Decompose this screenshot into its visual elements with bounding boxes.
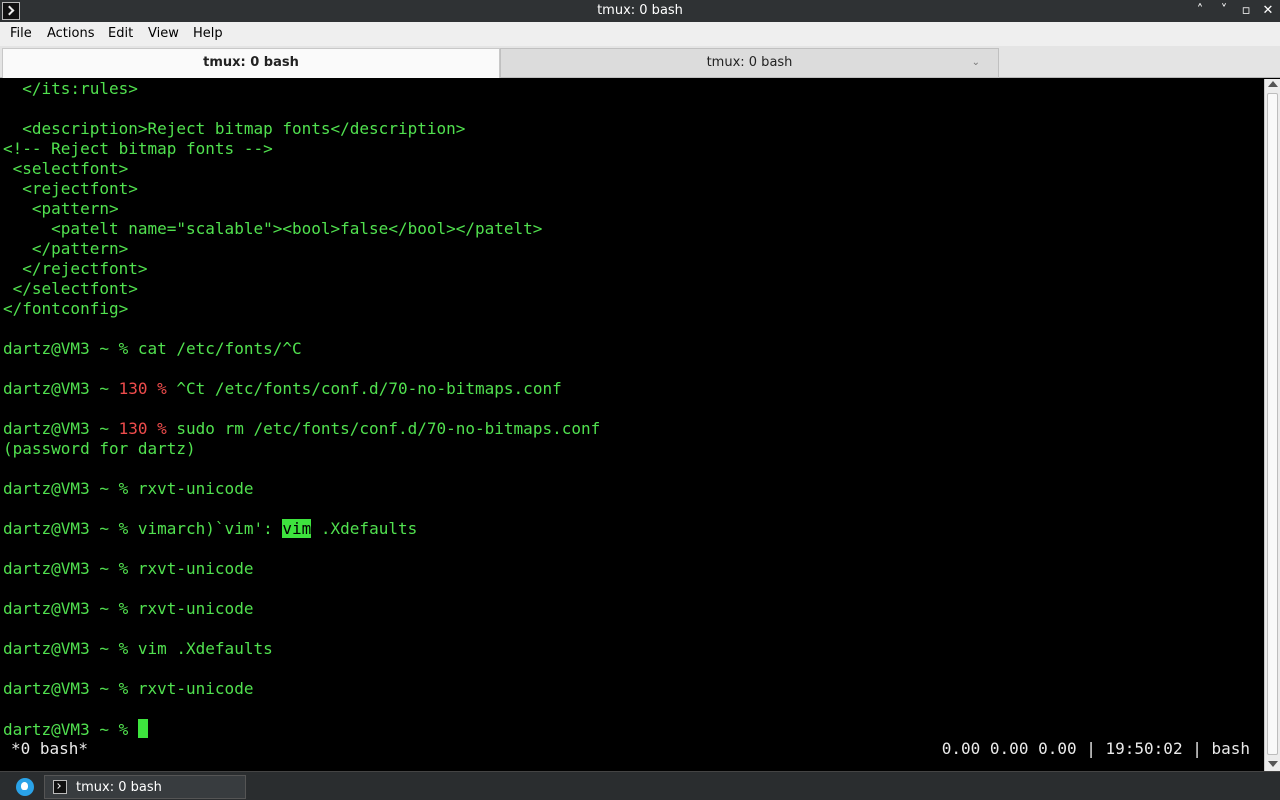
- minimize-icon[interactable]: ˄: [1191, 2, 1209, 20]
- search-highlight: vim: [282, 519, 312, 538]
- scroll-down-arrow-icon[interactable]: [1268, 761, 1278, 767]
- terminal-line: </pattern>: [3, 239, 129, 258]
- shell-prompt: dartz@VM3 ~: [3, 639, 119, 658]
- command-text: % rxvt-unicode: [118, 479, 254, 498]
- tab-tmux-inactive[interactable]: tmux: 0 bash ⌄: [500, 48, 999, 78]
- shade-icon[interactable]: ˅: [1215, 2, 1233, 20]
- window-title: tmux: 0 bash: [597, 3, 683, 18]
- tmux-window-list[interactable]: *0 bash*: [11, 739, 88, 759]
- command-text: sudo rm /etc/fonts/conf.d/70-no-bitmaps.…: [166, 419, 601, 438]
- command-text: % vim .Xdefaults: [118, 639, 273, 658]
- shell-prompt: dartz@VM3 ~: [3, 519, 119, 538]
- terminal-line: <rejectfont>: [3, 179, 138, 198]
- scroll-up-arrow-icon[interactable]: [1268, 81, 1278, 87]
- menu-help[interactable]: Help: [193, 26, 223, 41]
- command-text: ^Ct /etc/fonts/conf.d/70-no-bitmaps.conf: [166, 379, 562, 398]
- taskbar-window-label: tmux: 0 bash: [76, 780, 162, 795]
- start-menu-icon[interactable]: [16, 778, 34, 796]
- tab-menu-icon[interactable]: ⌄: [972, 49, 980, 77]
- command-text: .Xdefaults: [311, 519, 418, 538]
- maximize-icon[interactable]: ▫: [1237, 2, 1255, 20]
- tab-bar: tmux: 0 bash tmux: 0 bash ⌄: [0, 46, 1280, 78]
- menu-view[interactable]: View: [148, 26, 179, 41]
- command-text: % rxvt-unicode: [118, 559, 254, 578]
- shell-prompt: dartz@VM3 ~: [3, 379, 119, 398]
- terminal-line: <description>Reject bitmap fonts</descri…: [3, 119, 466, 138]
- tmux-status-right: 0.00 0.00 0.00 | 19:50:02 | bash: [941, 739, 1250, 758]
- terminal-command-line: dartz@VM3 ~ % vimarch)`vim': vim .Xdefau…: [3, 519, 417, 539]
- taskbar: tmux: 0 bash: [0, 771, 1280, 800]
- shell-prompt: dartz@VM3 ~: [3, 419, 119, 438]
- menu-actions[interactable]: Actions: [47, 26, 95, 41]
- exit-code: 130 %: [118, 419, 167, 438]
- terminal-command-line: dartz@VM3 ~ 130 % ^Ct /etc/fonts/conf.d/…: [3, 379, 562, 399]
- shell-prompt: dartz@VM3 ~: [3, 559, 119, 578]
- terminal-line: </its:rules>: [3, 79, 138, 98]
- exit-code: 130 %: [118, 379, 167, 398]
- terminal-input-line[interactable]: dartz@VM3 ~ %: [3, 719, 148, 739]
- command-text: % rxvt-unicode: [118, 599, 254, 618]
- shell-prompt: dartz@VM3 ~: [3, 339, 119, 358]
- command-text: %: [118, 720, 138, 739]
- terminal-cursor: [137, 719, 148, 738]
- close-icon[interactable]: ✕: [1259, 2, 1277, 20]
- terminal-view[interactable]: </its:rules> <description>Reject bitmap …: [1, 79, 1264, 770]
- scrollbar-thumb[interactable]: [1267, 93, 1278, 755]
- terminal-command-line: dartz@VM3 ~ % rxvt-unicode: [3, 599, 253, 619]
- terminal-command-line: dartz@VM3 ~ % cat /etc/fonts/^C: [3, 339, 302, 359]
- terminal-line: </selectfont>: [3, 279, 138, 298]
- terminal-command-line: dartz@VM3 ~ % rxvt-unicode: [3, 559, 253, 579]
- command-text: % rxvt-unicode: [118, 679, 254, 698]
- terminal-command-line: dartz@VM3 ~ % rxvt-unicode: [3, 479, 253, 499]
- terminal-command-line: dartz@VM3 ~ % rxvt-unicode: [3, 679, 253, 699]
- shell-prompt: dartz@VM3 ~: [3, 479, 119, 498]
- terminal-line: <patelt name="scalable"><bool>false</boo…: [3, 219, 543, 238]
- shell-prompt: dartz@VM3 ~: [3, 599, 119, 618]
- tab-label: tmux: 0 bash: [203, 55, 299, 70]
- menu-file[interactable]: File: [10, 26, 32, 41]
- terminal-line: <selectfont>: [3, 159, 129, 178]
- terminal-line: (password for dartz): [3, 439, 196, 458]
- menu-bar: File Actions Edit View Help: [0, 22, 1280, 46]
- terminal-command-line: dartz@VM3 ~ 130 % sudo rm /etc/fonts/con…: [3, 419, 600, 439]
- shell-prompt: dartz@VM3 ~: [3, 720, 119, 739]
- terminal-line: </rejectfont>: [3, 259, 148, 278]
- taskbar-window-button[interactable]: tmux: 0 bash: [44, 775, 246, 799]
- terminal-icon: [53, 780, 67, 794]
- menu-edit[interactable]: Edit: [108, 26, 133, 41]
- tab-tmux-active[interactable]: tmux: 0 bash: [2, 48, 500, 78]
- terminal-line: </fontconfig>: [3, 299, 129, 318]
- window-titlebar: tmux: 0 bash ˄ ˅ ▫ ✕: [0, 0, 1280, 22]
- terminal-scrollbar[interactable]: [1264, 79, 1280, 771]
- terminal-line: <pattern>: [3, 199, 119, 218]
- terminal-command-line: dartz@VM3 ~ % vim .Xdefaults: [3, 639, 273, 659]
- command-text: % cat /etc/fonts/^C: [118, 339, 302, 358]
- shell-prompt: dartz@VM3 ~: [3, 679, 119, 698]
- tab-label: tmux: 0 bash: [706, 55, 793, 70]
- terminal-line: <!-- Reject bitmap fonts -->: [3, 139, 273, 158]
- command-text: % vimarch)`vim':: [118, 519, 283, 538]
